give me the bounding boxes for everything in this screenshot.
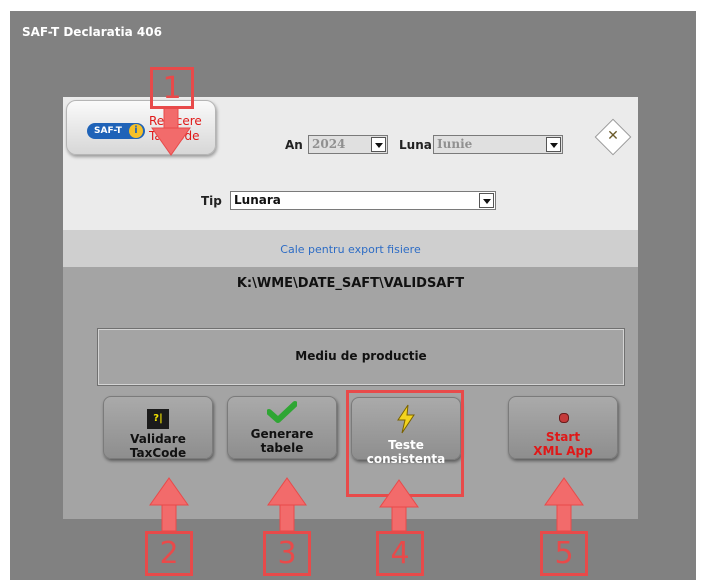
tip-label: Tip xyxy=(201,194,222,208)
chevron-down-icon[interactable] xyxy=(546,137,561,152)
generare-tabele-button[interactable]: Generare tabele xyxy=(227,396,337,459)
an-select[interactable]: 2024 xyxy=(308,135,388,154)
validate-icon: ?| xyxy=(147,409,169,429)
start-label-line1: Start xyxy=(545,430,581,444)
checkmark-icon xyxy=(267,401,297,423)
annotation-number-4: 4 xyxy=(376,531,424,576)
annotation-number-3: 3 xyxy=(263,531,311,576)
generare-label-line1: Generare xyxy=(250,427,314,441)
annotation-number-2: 2 xyxy=(145,531,193,576)
info-icon: i xyxy=(129,124,143,138)
luna-label: Luna xyxy=(399,138,432,152)
luna-select[interactable]: Iunie xyxy=(433,135,563,154)
an-label: An xyxy=(285,138,303,152)
chevron-down-icon[interactable] xyxy=(479,193,494,208)
validare-label-line1: Validare xyxy=(130,432,186,446)
refacere-label-line1: Refacere xyxy=(149,114,202,128)
tip-select-value: Lunara xyxy=(234,193,281,207)
validare-taxcode-button[interactable]: ?| Validare TaxCode xyxy=(103,396,213,460)
annotation-number-1: 1 xyxy=(150,67,194,109)
start-label-line2: XML App xyxy=(533,444,593,458)
environment-label: Mediu de productie xyxy=(295,349,427,363)
close-icon[interactable]: ✕ xyxy=(600,123,626,149)
refacere-label: Refacere TaxCode xyxy=(149,114,202,144)
export-path-caption: Cale pentru export fisiere xyxy=(280,243,421,256)
chevron-down-icon[interactable] xyxy=(371,137,386,152)
validare-label-line2: TaxCode xyxy=(129,446,187,460)
start-xml-app-button[interactable]: Start XML App xyxy=(508,396,618,459)
environment-panel: Mediu de productie xyxy=(97,328,625,386)
highlight-teste-consistenta xyxy=(346,390,464,497)
tip-select[interactable]: Lunara xyxy=(230,191,496,210)
export-path-value: K:\WME\DATE_SAFT\VALIDSAFT xyxy=(236,276,465,291)
luna-select-value: Iunie xyxy=(437,137,473,151)
generare-label-line2: tabele xyxy=(260,441,304,455)
an-select-value: 2024 xyxy=(312,137,346,151)
saft-logo-icon: SAF-T i xyxy=(87,123,145,139)
refacere-label-line2: TaxCode xyxy=(149,129,200,143)
saft-logo-text: SAF-T xyxy=(94,126,122,136)
status-led-icon xyxy=(559,413,569,423)
window-title: SAF-T Declaratia 406 xyxy=(22,25,162,39)
annotation-number-5: 5 xyxy=(540,531,588,576)
